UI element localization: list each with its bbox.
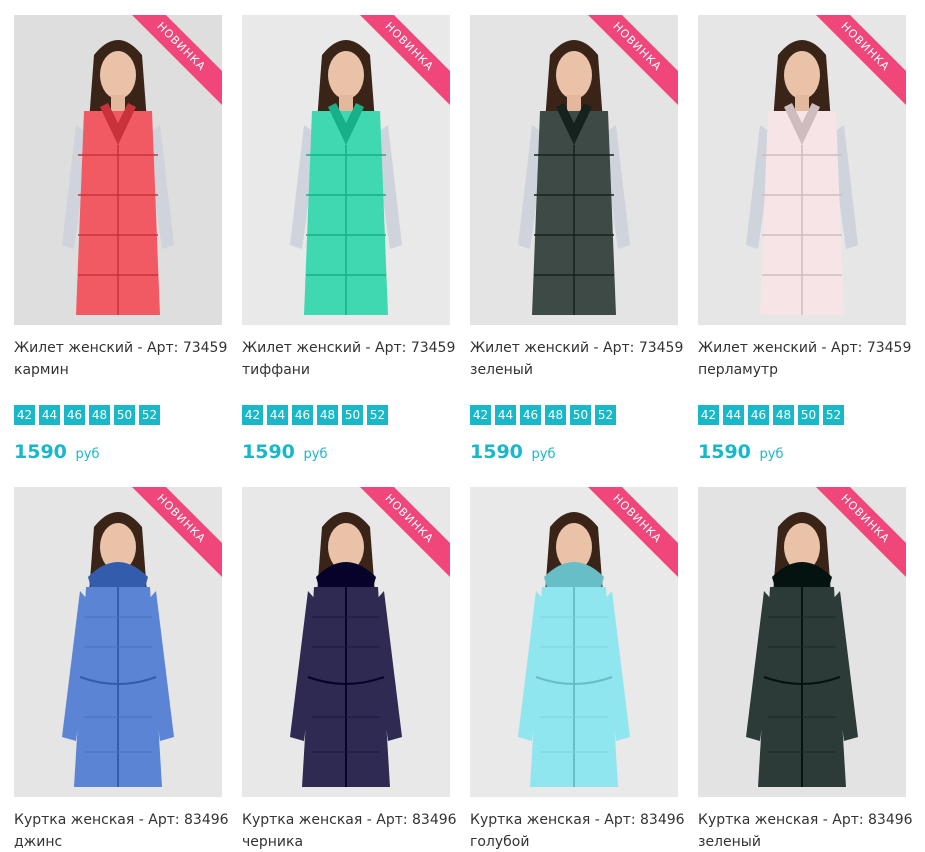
size-list: 42 44 46 48 50 52	[242, 405, 452, 425]
size-chip[interactable]: 46	[292, 405, 313, 425]
product-title[interactable]: Жилет женский - Арт: 73459 зеленый	[470, 337, 685, 381]
product-card[interactable]: НОВИНКА Куртка женская - Арт: 83496 голу…	[470, 487, 685, 852]
product-photo[interactable]: НОВИНКА	[242, 487, 450, 797]
size-chip[interactable]: 52	[367, 405, 388, 425]
price-value: 1590	[698, 441, 751, 463]
product-price: 1590 руб	[698, 441, 908, 463]
size-chip[interactable]: 44	[39, 405, 60, 425]
size-chip[interactable]: 50	[114, 405, 135, 425]
size-chip[interactable]: 48	[545, 405, 566, 425]
price-currency: руб	[759, 447, 784, 462]
size-chip[interactable]: 46	[64, 405, 85, 425]
product-name[interactable]: Куртка женская - Арт: 83496	[698, 809, 913, 831]
size-chip[interactable]: 50	[798, 405, 819, 425]
size-chip[interactable]: 44	[495, 405, 516, 425]
size-chip[interactable]: 52	[823, 405, 844, 425]
product-name[interactable]: Жилет женский - Арт: 73459	[14, 337, 229, 359]
product-photo[interactable]: НОВИНКА	[14, 487, 222, 797]
product-photo[interactable]: НОВИНКА	[470, 15, 678, 325]
size-chip[interactable]: 46	[520, 405, 541, 425]
size-chip[interactable]: 48	[773, 405, 794, 425]
product-color[interactable]: голубой	[470, 831, 685, 852]
size-list: 42 44 46 48 50 52	[470, 405, 680, 425]
size-chip[interactable]: 42	[698, 405, 719, 425]
neck-shape	[795, 95, 809, 111]
product-name[interactable]: Куртка женская - Арт: 83496	[470, 809, 685, 831]
product-title[interactable]: Жилет женский - Арт: 73459 тиффани	[242, 337, 457, 381]
product-color[interactable]: перламутр	[698, 359, 913, 381]
product-color[interactable]: кармин	[14, 359, 229, 381]
size-chip[interactable]: 42	[242, 405, 263, 425]
price-currency: руб	[75, 447, 100, 462]
product-title[interactable]: Жилет женский - Арт: 73459 кармин	[14, 337, 229, 381]
product-grid: НОВИНКА Жилет женский - Арт: 73459 карми…	[0, 0, 925, 852]
product-photo[interactable]: НОВИНКА	[470, 487, 678, 797]
price-currency: руб	[531, 447, 556, 462]
product-color[interactable]: зеленый	[470, 359, 685, 381]
size-chip[interactable]: 44	[723, 405, 744, 425]
product-title[interactable]: Куртка женская - Арт: 83496 зеленый	[698, 809, 913, 852]
size-chip[interactable]: 42	[470, 405, 491, 425]
product-price: 1590 руб	[242, 441, 452, 463]
product-card[interactable]: НОВИНКА Жилет женский - Арт: 73459 карми…	[14, 15, 227, 463]
neck-shape	[111, 95, 125, 111]
product-color[interactable]: зеленый	[698, 831, 913, 852]
size-chip[interactable]: 42	[14, 405, 35, 425]
product-photo[interactable]: НОВИНКА	[698, 15, 906, 325]
product-price: 1590 руб	[14, 441, 224, 463]
neck-shape	[339, 95, 353, 111]
product-photo[interactable]: НОВИНКА	[698, 487, 906, 797]
face-shape	[328, 51, 364, 99]
size-chip[interactable]: 44	[267, 405, 288, 425]
product-card[interactable]: НОВИНКА Жилет женский - Арт: 73459 перла…	[698, 15, 911, 463]
product-photo[interactable]: НОВИНКА	[242, 15, 450, 325]
product-name[interactable]: Жилет женский - Арт: 73459	[470, 337, 685, 359]
product-name[interactable]: Куртка женская - Арт: 83496	[242, 809, 457, 831]
product-color[interactable]: тиффани	[242, 359, 457, 381]
price-value: 1590	[470, 441, 523, 463]
product-card[interactable]: НОВИНКА Жилет женский - Арт: 73459 зелен…	[470, 15, 683, 463]
product-title[interactable]: Куртка женская - Арт: 83496 джинс	[14, 809, 229, 852]
size-chip[interactable]: 46	[748, 405, 769, 425]
price-value: 1590	[242, 441, 295, 463]
product-name[interactable]: Куртка женская - Арт: 83496	[14, 809, 229, 831]
neck-shape	[567, 95, 581, 111]
price-currency: руб	[303, 447, 328, 462]
product-price: 1590 руб	[470, 441, 680, 463]
face-shape	[100, 51, 136, 99]
size-list: 42 44 46 48 50 52	[698, 405, 908, 425]
size-chip[interactable]: 50	[342, 405, 363, 425]
size-list: 42 44 46 48 50 52	[14, 405, 224, 425]
size-chip[interactable]: 50	[570, 405, 591, 425]
product-color[interactable]: джинс	[14, 831, 229, 852]
product-card[interactable]: НОВИНКА Куртка женская - Арт: 83496 зеле…	[698, 487, 913, 852]
product-card[interactable]: НОВИНКА Куртка женская - Арт: 83496 джин…	[14, 487, 229, 852]
product-card[interactable]: НОВИНКА Жилет женский - Арт: 73459 тиффа…	[242, 15, 455, 463]
product-name[interactable]: Жилет женский - Арт: 73459	[242, 337, 457, 359]
product-card[interactable]: НОВИНКА Куртка женская - Арт: 83496 черн…	[242, 487, 457, 852]
product-photo[interactable]: НОВИНКА	[14, 15, 222, 325]
product-color[interactable]: черника	[242, 831, 457, 852]
face-shape	[784, 51, 820, 99]
face-shape	[556, 51, 592, 99]
product-title[interactable]: Куртка женская - Арт: 83496 черника	[242, 809, 457, 852]
size-chip[interactable]: 48	[89, 405, 110, 425]
product-title[interactable]: Куртка женская - Арт: 83496 голубой	[470, 809, 685, 852]
size-chip[interactable]: 48	[317, 405, 338, 425]
product-name[interactable]: Жилет женский - Арт: 73459	[698, 337, 913, 359]
size-chip[interactable]: 52	[139, 405, 160, 425]
price-value: 1590	[14, 441, 67, 463]
product-title[interactable]: Жилет женский - Арт: 73459 перламутр	[698, 337, 913, 381]
size-chip[interactable]: 52	[595, 405, 616, 425]
